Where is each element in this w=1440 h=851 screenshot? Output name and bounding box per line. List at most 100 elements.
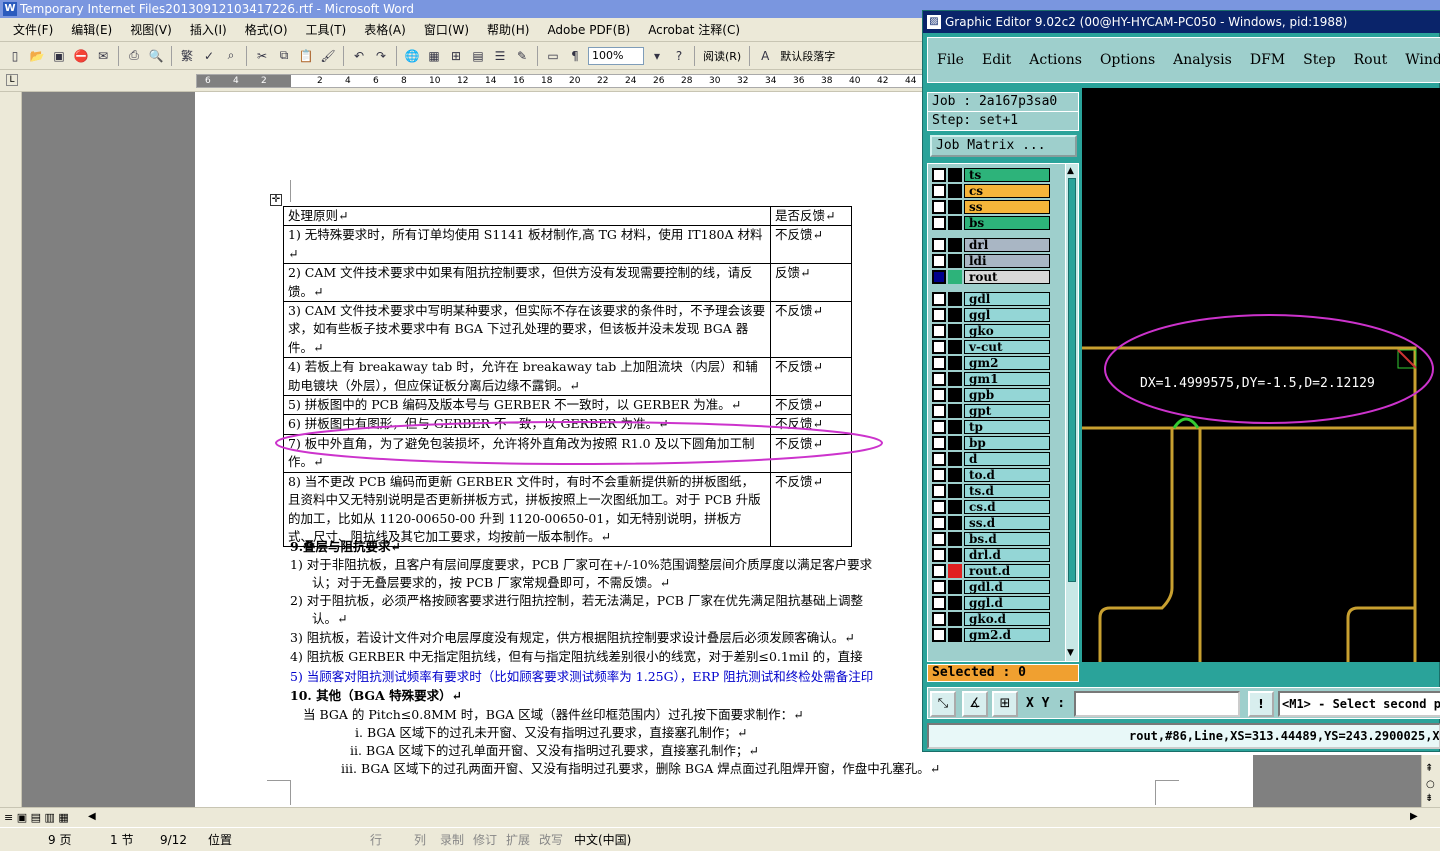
- ge-menu-item[interactable]: Windows: [1396, 52, 1440, 68]
- layer-checkbox[interactable]: [932, 356, 946, 370]
- layer-name[interactable]: ss.d: [964, 516, 1050, 530]
- layer-row[interactable]: ggl.d: [932, 596, 1050, 610]
- layer-checkbox[interactable]: [932, 580, 946, 594]
- status-ovr[interactable]: 改写: [539, 831, 574, 848]
- undo-icon[interactable]: ↶: [349, 46, 369, 66]
- layer-name[interactable]: v-cut: [964, 340, 1050, 354]
- ge-menu-item[interactable]: Options: [1091, 52, 1164, 68]
- scroll-left-icon[interactable]: ◀: [88, 811, 96, 822]
- show-hide-icon[interactable]: ¶: [565, 46, 585, 66]
- ge-menu-item[interactable]: Analysis: [1164, 52, 1241, 68]
- layer-row[interactable]: bs: [932, 216, 1050, 230]
- layer-name[interactable]: gm1: [964, 372, 1050, 386]
- layer-name[interactable]: gko: [964, 324, 1050, 338]
- view-buttons[interactable]: ≡ ▣ ▤ ▥ ▦: [4, 811, 69, 824]
- layer-color-swatch[interactable]: [948, 308, 962, 322]
- word-menu-item[interactable]: 视图(V): [121, 21, 181, 38]
- layer-checkbox[interactable]: [932, 372, 946, 386]
- doc-paragraph[interactable]: 3) 阻抗板，若设计文件对介电层厚度没有规定，供方根据阻抗控制要求设计叠层后必须…: [290, 629, 855, 647]
- layer-checkbox[interactable]: [932, 292, 946, 306]
- snap-grid-icon[interactable]: ⊞: [992, 691, 1018, 717]
- layer-name[interactable]: gm2: [964, 356, 1050, 370]
- layer-row[interactable]: gko.d: [932, 612, 1050, 626]
- layer-name[interactable]: cs: [964, 184, 1050, 198]
- layer-name[interactable]: ggl.d: [964, 596, 1050, 610]
- zoom-fit-icon[interactable]: ⤡: [930, 691, 956, 717]
- word-menu-item[interactable]: 帮助(H): [478, 21, 538, 38]
- layer-name[interactable]: rout: [964, 270, 1050, 284]
- xy-input[interactable]: [1074, 691, 1240, 717]
- layer-row[interactable]: drl.d: [932, 548, 1050, 562]
- layer-name[interactable]: ts.d: [964, 484, 1050, 498]
- ge-menu-item[interactable]: Rout: [1345, 52, 1397, 68]
- layer-checkbox[interactable]: [932, 216, 946, 230]
- layer-row[interactable]: bs.d: [932, 532, 1050, 546]
- layer-row[interactable]: ss: [932, 200, 1050, 214]
- layer-color-swatch[interactable]: [948, 356, 962, 370]
- layer-color-swatch[interactable]: [948, 238, 962, 252]
- table-cell-feedback[interactable]: 不反馈↵: [770, 357, 852, 397]
- layer-color-swatch[interactable]: [948, 596, 962, 610]
- layer-color-swatch[interactable]: [948, 200, 962, 214]
- ge-graphic-canvas[interactable]: DX=1.4999575,DY=-1.5,D=2.12129: [1082, 88, 1440, 662]
- layer-color-swatch[interactable]: [948, 612, 962, 626]
- layer-checkbox[interactable]: [932, 340, 946, 354]
- tab-selector-icon[interactable]: L: [6, 74, 18, 86]
- layer-name[interactable]: gdl.d: [964, 580, 1050, 594]
- layer-checkbox[interactable]: [932, 420, 946, 434]
- layer-checkbox[interactable]: [932, 468, 946, 482]
- word-menu-item[interactable]: 表格(A): [355, 21, 415, 38]
- email-icon[interactable]: ✉: [93, 46, 113, 66]
- layer-row[interactable]: bp: [932, 436, 1050, 450]
- layer-color-swatch[interactable]: [948, 184, 962, 198]
- columns-icon[interactable]: ☰: [490, 46, 510, 66]
- layer-color-swatch[interactable]: [948, 168, 962, 182]
- doc-paragraph[interactable]: 9.叠层与阻抗要求↵: [290, 538, 401, 556]
- save-icon[interactable]: ▣: [49, 46, 69, 66]
- layer-row[interactable]: cs.d: [932, 500, 1050, 514]
- measure-icon[interactable]: ∡: [962, 691, 988, 717]
- styles-icon[interactable]: A: [755, 46, 775, 66]
- word-menu-item[interactable]: 窗口(W): [415, 21, 478, 38]
- drawing-icon[interactable]: ✎: [512, 46, 532, 66]
- layer-row[interactable]: tp: [932, 420, 1050, 434]
- horizontal-scrollbar[interactable]: ≡ ▣ ▤ ▥ ▦ ◀ ▶: [0, 807, 1440, 827]
- layer-row[interactable]: ts: [932, 168, 1050, 182]
- scroll-down-icon[interactable]: ▼: [1067, 648, 1074, 658]
- spelling-icon[interactable]: ✓: [199, 46, 219, 66]
- layer-row[interactable]: gpt: [932, 404, 1050, 418]
- layer-row[interactable]: rout: [932, 270, 1050, 284]
- doc-paragraph[interactable]: 10. 其他（BGA 特殊要求）↵: [290, 687, 462, 705]
- layer-color-swatch[interactable]: [948, 254, 962, 268]
- table-cell-rule[interactable]: 3) CAM 文件技术要求中写明某种要求，但实际不存在该要求的条件时，不予理会该…: [283, 301, 771, 359]
- ge-menu-item[interactable]: Edit: [973, 52, 1020, 68]
- layer-checkbox[interactable]: [932, 324, 946, 338]
- table-move-handle-icon[interactable]: ✛: [270, 194, 282, 206]
- layer-color-swatch[interactable]: [948, 216, 962, 230]
- redo-icon[interactable]: ↷: [371, 46, 391, 66]
- print-icon[interactable]: ⎙: [124, 46, 144, 66]
- layer-checkbox[interactable]: [932, 308, 946, 322]
- layer-color-swatch[interactable]: [948, 484, 962, 498]
- layer-color-swatch[interactable]: [948, 548, 962, 562]
- layer-checkbox[interactable]: [932, 532, 946, 546]
- layer-color-swatch[interactable]: [948, 324, 962, 338]
- vertical-scrollbar[interactable]: ⇞ ○ ⇟: [1421, 755, 1440, 807]
- layer-row[interactable]: ss.d: [932, 516, 1050, 530]
- layer-checkbox[interactable]: [932, 254, 946, 268]
- next-page-icon[interactable]: ⇟: [1425, 793, 1433, 804]
- word-menu-item[interactable]: 插入(I): [181, 21, 236, 38]
- layer-color-swatch[interactable]: [948, 372, 962, 386]
- prev-page-icon[interactable]: ⇞: [1425, 763, 1433, 774]
- format-painter-icon[interactable]: 🖌: [318, 46, 338, 66]
- layer-name[interactable]: ggl: [964, 308, 1050, 322]
- table-cell-feedback[interactable]: 不反馈↵: [770, 471, 852, 548]
- layer-name[interactable]: tp: [964, 420, 1050, 434]
- status-rec[interactable]: 录制: [440, 831, 473, 848]
- read-mode-button[interactable]: 阅读(R): [699, 48, 745, 64]
- scroll-up-icon[interactable]: ▲: [1067, 166, 1074, 176]
- ge-menu-item[interactable]: Actions: [1020, 52, 1091, 68]
- layer-color-swatch[interactable]: [948, 628, 962, 642]
- layer-color-swatch[interactable]: [948, 420, 962, 434]
- alert-icon[interactable]: !: [1248, 691, 1274, 717]
